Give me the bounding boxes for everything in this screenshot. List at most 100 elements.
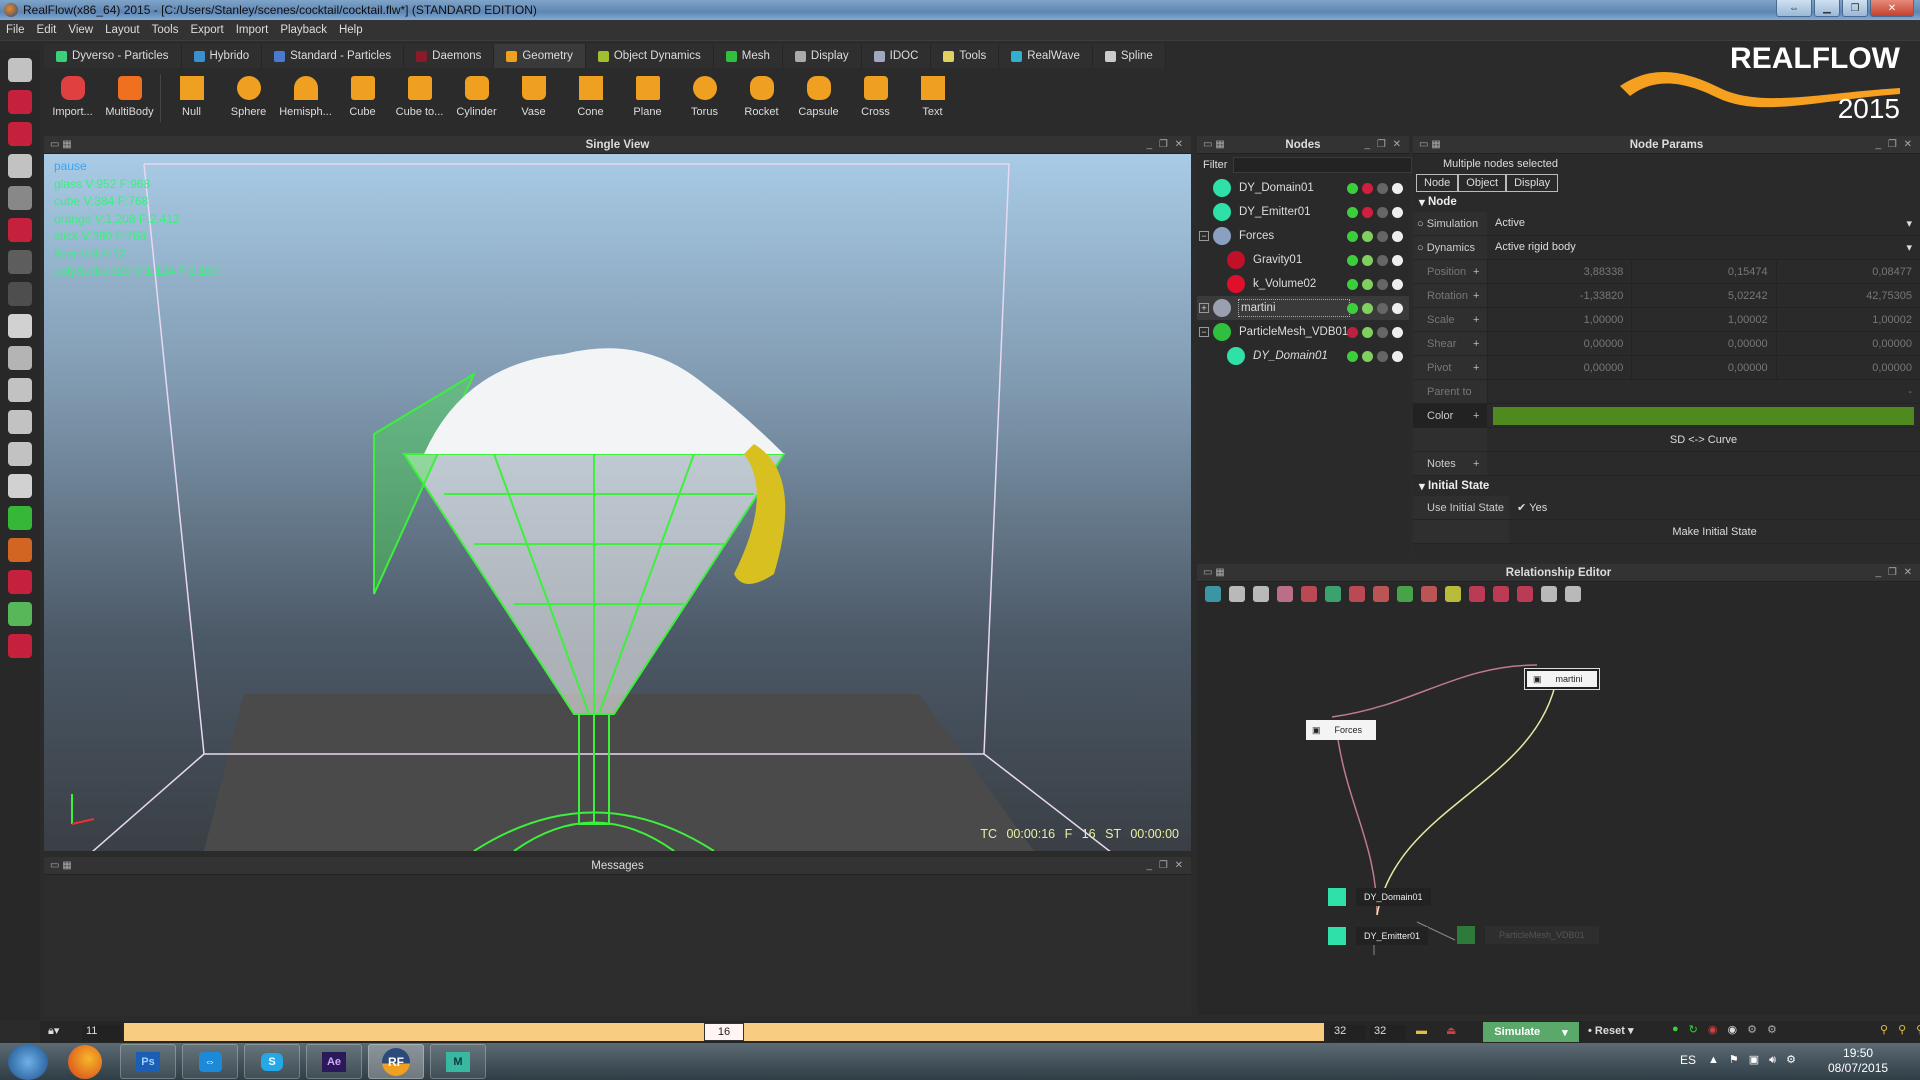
- taskbar-teamviewer[interactable]: ⇔: [182, 1044, 238, 1079]
- cache-icon[interactable]: ▬: [1416, 1025, 1427, 1037]
- menu-tools[interactable]: Tools: [146, 24, 185, 36]
- node-item-gravity01[interactable]: Gravity01: [1197, 248, 1409, 272]
- shelf-tab-object-dynamics[interactable]: Object Dynamics: [585, 44, 714, 68]
- clock[interactable]: 19:50 08/07/2015: [1828, 1046, 1888, 1076]
- shelf-tab-spline[interactable]: Spline: [1092, 44, 1166, 68]
- shelf-tab-standard-particles[interactable]: Standard - Particles: [262, 44, 405, 68]
- tree-icon[interactable]: [1565, 586, 1581, 602]
- simulate-button[interactable]: Simulate ▾: [1483, 1022, 1579, 1042]
- visibility-flag-icon[interactable]: [1377, 278, 1388, 290]
- taskbar-maya[interactable]: M: [430, 1044, 486, 1079]
- node-item-martini[interactable]: + martini: [1197, 296, 1409, 320]
- visibility-flag-icon[interactable]: [1377, 350, 1388, 362]
- plus-icon[interactable]: +: [1473, 458, 1487, 470]
- minimize-button[interactable]: ▁: [1814, 0, 1840, 17]
- panel-dock-icons[interactable]: ▭ ▦: [50, 860, 72, 871]
- plus-icon[interactable]: +: [1473, 290, 1487, 302]
- plus-icon[interactable]: +: [1473, 362, 1487, 374]
- section-node[interactable]: ▾ Node: [1413, 192, 1920, 212]
- scale-x-field[interactable]: 1,00000: [1487, 308, 1631, 331]
- edit-flag-icon[interactable]: [1347, 230, 1358, 242]
- rel-node-martini[interactable]: ▣ martini: [1524, 668, 1600, 690]
- display-flag-icon[interactable]: [1392, 350, 1403, 362]
- record-icon[interactable]: ◉: [1708, 1023, 1718, 1036]
- maximize-button[interactable]: ❐: [1842, 0, 1868, 17]
- eye-icon[interactable]: ◉: [1727, 1023, 1737, 1036]
- tab-display[interactable]: Display: [1506, 174, 1559, 192]
- menu-playback[interactable]: Playback: [274, 24, 333, 36]
- shelf-tab-mesh[interactable]: Mesh: [713, 44, 783, 68]
- display-flag-icon[interactable]: [1392, 278, 1403, 290]
- merge-icon[interactable]: [1517, 586, 1533, 602]
- wire-box-icon[interactable]: [8, 378, 32, 402]
- scale-icon[interactable]: [8, 154, 32, 178]
- flat-sphere-icon[interactable]: [8, 474, 32, 498]
- burst-a-icon[interactable]: [1469, 586, 1485, 602]
- shear-x-field[interactable]: 0,00000: [1487, 332, 1631, 355]
- max-frame-field[interactable]: 32: [1370, 1025, 1406, 1041]
- export-flag-icon[interactable]: [1362, 326, 1373, 338]
- node-item-dy-domain01[interactable]: DY_Domain01: [1197, 176, 1409, 200]
- rotation-y-field[interactable]: 5,02242: [1631, 284, 1775, 307]
- language-indicator[interactable]: ES: [1680, 1053, 1696, 1067]
- dotted-box-icon[interactable]: [8, 346, 32, 370]
- refresh-icon[interactable]: ↻: [1689, 1023, 1698, 1036]
- parent-to-value[interactable]: -: [1487, 380, 1920, 403]
- tool-cone[interactable]: Cone: [562, 70, 619, 126]
- make-initial-state-button[interactable]: Make Initial State: [1509, 526, 1920, 538]
- visibility-flag-icon[interactable]: [1377, 254, 1388, 266]
- layout-icon[interactable]: [8, 186, 32, 210]
- panel-window-controls[interactable]: _ ❐ ✕: [1147, 139, 1185, 150]
- tab-node[interactable]: Node: [1416, 174, 1459, 192]
- move-icon[interactable]: [8, 90, 32, 114]
- rel-node-forces[interactable]: ▣ Forces: [1306, 720, 1377, 740]
- sd-curve-button[interactable]: SD <-> Curve: [1487, 434, 1920, 446]
- plus-icon[interactable]: +: [1473, 338, 1487, 350]
- save-red-icon[interactable]: [8, 634, 32, 658]
- export-flag-icon[interactable]: [1362, 182, 1373, 194]
- display-flag-icon[interactable]: [1392, 254, 1403, 266]
- rotation-x-field[interactable]: -1,33820: [1487, 284, 1631, 307]
- shelf-tab-idoc[interactable]: IDOC: [861, 44, 932, 68]
- relationship-editor[interactable]: ▣ martini ▣ Forces DY_Domain01 DY_Emitter0…: [1197, 583, 1920, 1015]
- key-next-icon[interactable]: ⚲: [1898, 1023, 1906, 1036]
- tool-cube-to[interactable]: Cube to...: [391, 70, 448, 126]
- filter-input[interactable]: [1233, 157, 1413, 173]
- panel-dock-icons[interactable]: ▭ ▦: [1203, 139, 1225, 150]
- tool-multibody[interactable]: MultiBody: [101, 70, 158, 126]
- save-green-icon[interactable]: [8, 602, 32, 626]
- node-item-dy-emitter01[interactable]: DY_Emitter01: [1197, 200, 1409, 224]
- rotate-icon[interactable]: [8, 122, 32, 146]
- section-initial-state[interactable]: ▾ Initial State: [1413, 476, 1920, 496]
- start-frame-field[interactable]: 11: [82, 1025, 122, 1041]
- shelf-tab-geometry[interactable]: Geometry: [494, 44, 586, 68]
- position-z-field[interactable]: 0,08477: [1775, 260, 1920, 283]
- messages-panel[interactable]: [44, 875, 1191, 1015]
- start-button[interactable]: [8, 1043, 48, 1080]
- taskbar-skype[interactable]: S: [244, 1044, 300, 1079]
- node-item-particlemesh-vdb01[interactable]: − ParticleMesh_VDB01: [1197, 320, 1409, 344]
- camera-icon[interactable]: ⚙: [1767, 1023, 1777, 1036]
- shelf-tab-hybrido[interactable]: Hybrido: [181, 44, 263, 68]
- joystick-icon[interactable]: [8, 282, 32, 306]
- position-y-field[interactable]: 0,15474: [1631, 260, 1775, 283]
- tool-sphere[interactable]: Sphere: [220, 70, 277, 126]
- shelf-tab-tools[interactable]: Tools: [931, 44, 1000, 68]
- node-item-k-volume02[interactable]: k_Volume02: [1197, 272, 1409, 296]
- rel-node-dy-domain[interactable]: DY_Domain01: [1328, 887, 1431, 907]
- panel-window-controls[interactable]: _ ❐ ✕: [1365, 139, 1403, 150]
- disconnect-icon[interactable]: [1325, 586, 1341, 602]
- tray-icons[interactable]: ▲⚑▣🔊︎⚙: [1708, 1053, 1806, 1067]
- tool-rocket[interactable]: Rocket: [733, 70, 790, 126]
- menu-view[interactable]: View: [62, 24, 99, 36]
- key-icon[interactable]: ⚲: [1916, 1023, 1920, 1036]
- dynamics-dropdown[interactable]: Active rigid body ▾: [1487, 241, 1920, 254]
- pivot-z-field[interactable]: 0,00000: [1775, 356, 1920, 379]
- export-flag-icon[interactable]: [1362, 302, 1373, 314]
- arrange-icon[interactable]: [1397, 586, 1413, 602]
- tool-torus[interactable]: Torus: [676, 70, 733, 126]
- explode-icon[interactable]: [1421, 586, 1437, 602]
- tool-plane[interactable]: Plane: [619, 70, 676, 126]
- display-flag-icon[interactable]: [1392, 182, 1403, 194]
- menu-help[interactable]: Help: [333, 24, 369, 36]
